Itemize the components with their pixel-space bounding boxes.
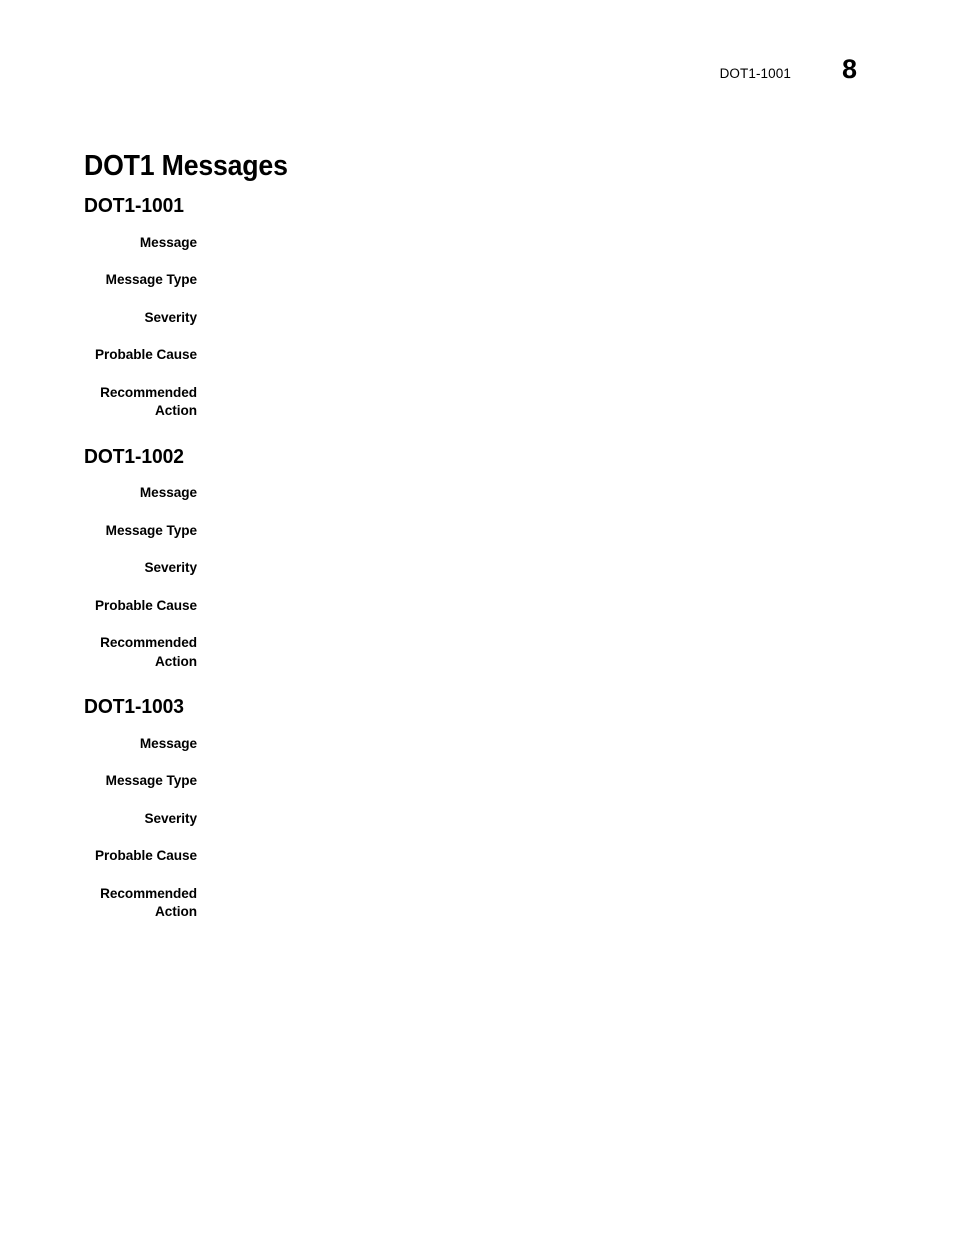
field-row: Message [0, 735, 954, 754]
section-heading: DOT1-1001 [84, 194, 184, 217]
message-sections: DOT1-1001 Message Message Type Severity Prob… [0, 194, 954, 922]
field-value [197, 810, 954, 829]
field-label: Message [139, 234, 197, 250]
field-value [197, 234, 954, 253]
field-value [197, 847, 954, 866]
field-row: Recommended Action [0, 885, 954, 922]
field-label: Message [139, 485, 197, 501]
field-value [197, 384, 954, 403]
field-row: Message [0, 484, 954, 503]
page-number: 8 [841, 54, 857, 84]
field-label: Severity [144, 810, 197, 826]
field-row: Severity [0, 559, 954, 578]
field-row: Severity [0, 309, 954, 328]
field-value [197, 772, 954, 791]
section-heading: DOT1-1003 [84, 695, 184, 719]
field-label: Severity [144, 309, 197, 325]
field-row: Message Type [0, 522, 954, 541]
field-row: Severity [0, 810, 954, 829]
field-row: Recommended Action [0, 384, 954, 421]
field-value [197, 346, 954, 365]
field-label: Recommended Action [100, 635, 197, 669]
field-value [197, 597, 954, 616]
section-heading: DOT1-1002 [84, 444, 184, 468]
field-list: Message Message Type Severity Probable Caus… [0, 484, 954, 671]
field-list: Message Message Type Severity Probable Caus… [0, 735, 954, 922]
field-label: Message Type [105, 522, 197, 538]
header-document-id: DOT1-1001 [719, 66, 791, 81]
field-row: Message Type [0, 772, 954, 791]
field-row: Probable Cause [0, 597, 954, 616]
document-page: DOT1-1001 8 DOT1 Messages DOT1-1001 Messa… [0, 0, 954, 1235]
field-value [197, 522, 954, 541]
field-row: Probable Cause [0, 847, 954, 866]
field-label: Probable Cause [94, 597, 197, 613]
message-section: DOT1-1002 Message Message Type Severity Prob… [0, 445, 954, 672]
field-row: Probable Cause [0, 346, 954, 365]
field-label: Message Type [105, 272, 197, 288]
field-label: Probable Cause [94, 347, 197, 363]
message-section: DOT1-1003 Message Message Type Severity Prob… [0, 695, 954, 922]
field-label: Message Type [105, 773, 197, 789]
field-label: Probable Cause [94, 848, 197, 864]
field-value [197, 735, 954, 754]
field-row: Message [0, 234, 954, 253]
field-row: Message Type [0, 271, 954, 290]
field-value [197, 885, 954, 904]
page-title: DOT1 Messages [84, 150, 288, 183]
field-value [197, 484, 954, 503]
field-label: Recommended Action [100, 384, 197, 419]
field-label: Recommended Action [100, 885, 197, 920]
field-value [197, 309, 954, 328]
field-value [197, 634, 954, 653]
field-list: Message Message Type Severity Probable Caus… [0, 234, 954, 421]
running-header: DOT1-1001 8 [84, 56, 857, 96]
field-label: Severity [144, 560, 197, 576]
field-value [197, 559, 954, 578]
field-value [197, 271, 954, 290]
message-section: DOT1-1001 Message Message Type Severity Prob… [0, 194, 954, 421]
field-label: Message [139, 735, 197, 751]
field-row: Recommended Action [0, 634, 954, 671]
